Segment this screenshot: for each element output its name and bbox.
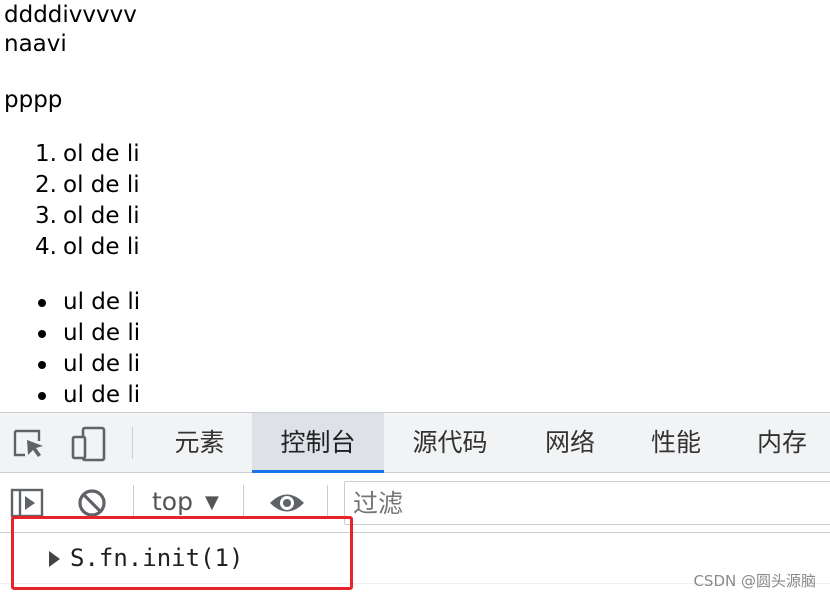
inspect-element-icon[interactable] <box>12 428 46 464</box>
list-item-number: 4. <box>35 234 57 260</box>
toolbar-divider <box>132 427 133 459</box>
tab-performance[interactable]: 性能 <box>636 413 716 473</box>
list-item-text: ul de li <box>63 351 141 377</box>
toolbar-divider <box>243 485 244 519</box>
tab-sources[interactable]: 源代码 <box>396 413 504 473</box>
tab-console[interactable]: 控制台 <box>252 413 384 473</box>
rendered-page: ddddivvvvv naavi pppp 1. ol de li 2. ol … <box>0 0 830 412</box>
list-item-text: ol de li <box>63 141 140 167</box>
context-selector[interactable]: top ▼ <box>152 487 219 517</box>
bullet-icon <box>38 361 46 369</box>
bullet-icon <box>38 299 46 307</box>
tab-memory[interactable]: 内存 <box>740 413 824 473</box>
highlight-annotation-box <box>11 516 353 590</box>
list-item-number: 2. <box>35 172 57 198</box>
list-item-text: ol de li <box>63 203 140 229</box>
list-item-number: 1. <box>35 141 57 167</box>
list-item-text: ul de li <box>63 320 141 346</box>
tab-elements[interactable]: 元素 <box>152 413 247 473</box>
console-filter-input[interactable] <box>344 481 830 525</box>
context-selector-label: top <box>152 487 193 516</box>
tab-network[interactable]: 网络 <box>528 413 612 473</box>
bullet-icon <box>38 392 46 400</box>
list-item-text: ol de li <box>63 172 140 198</box>
list-item-text: ul de li <box>63 289 141 315</box>
list-item-text: ul de li <box>63 382 141 408</box>
div-text: ddddivvvvv <box>4 2 137 28</box>
device-toolbar-icon[interactable] <box>71 426 107 466</box>
dropdown-arrow-icon: ▼ <box>204 492 219 513</box>
paragraph-text: pppp <box>4 87 63 113</box>
csdn-watermark: CSDN @圆头源脑 <box>693 572 816 590</box>
bullet-icon <box>38 330 46 338</box>
list-item-text: ol de li <box>63 234 140 260</box>
toolbar-divider <box>133 485 134 519</box>
nav-text: naavi <box>4 31 67 57</box>
toolbar-divider <box>327 485 328 519</box>
list-item-number: 3. <box>35 203 57 229</box>
devtools-tab-bar: 元素 控制台 源代码 网络 性能 内存 <box>0 412 830 473</box>
